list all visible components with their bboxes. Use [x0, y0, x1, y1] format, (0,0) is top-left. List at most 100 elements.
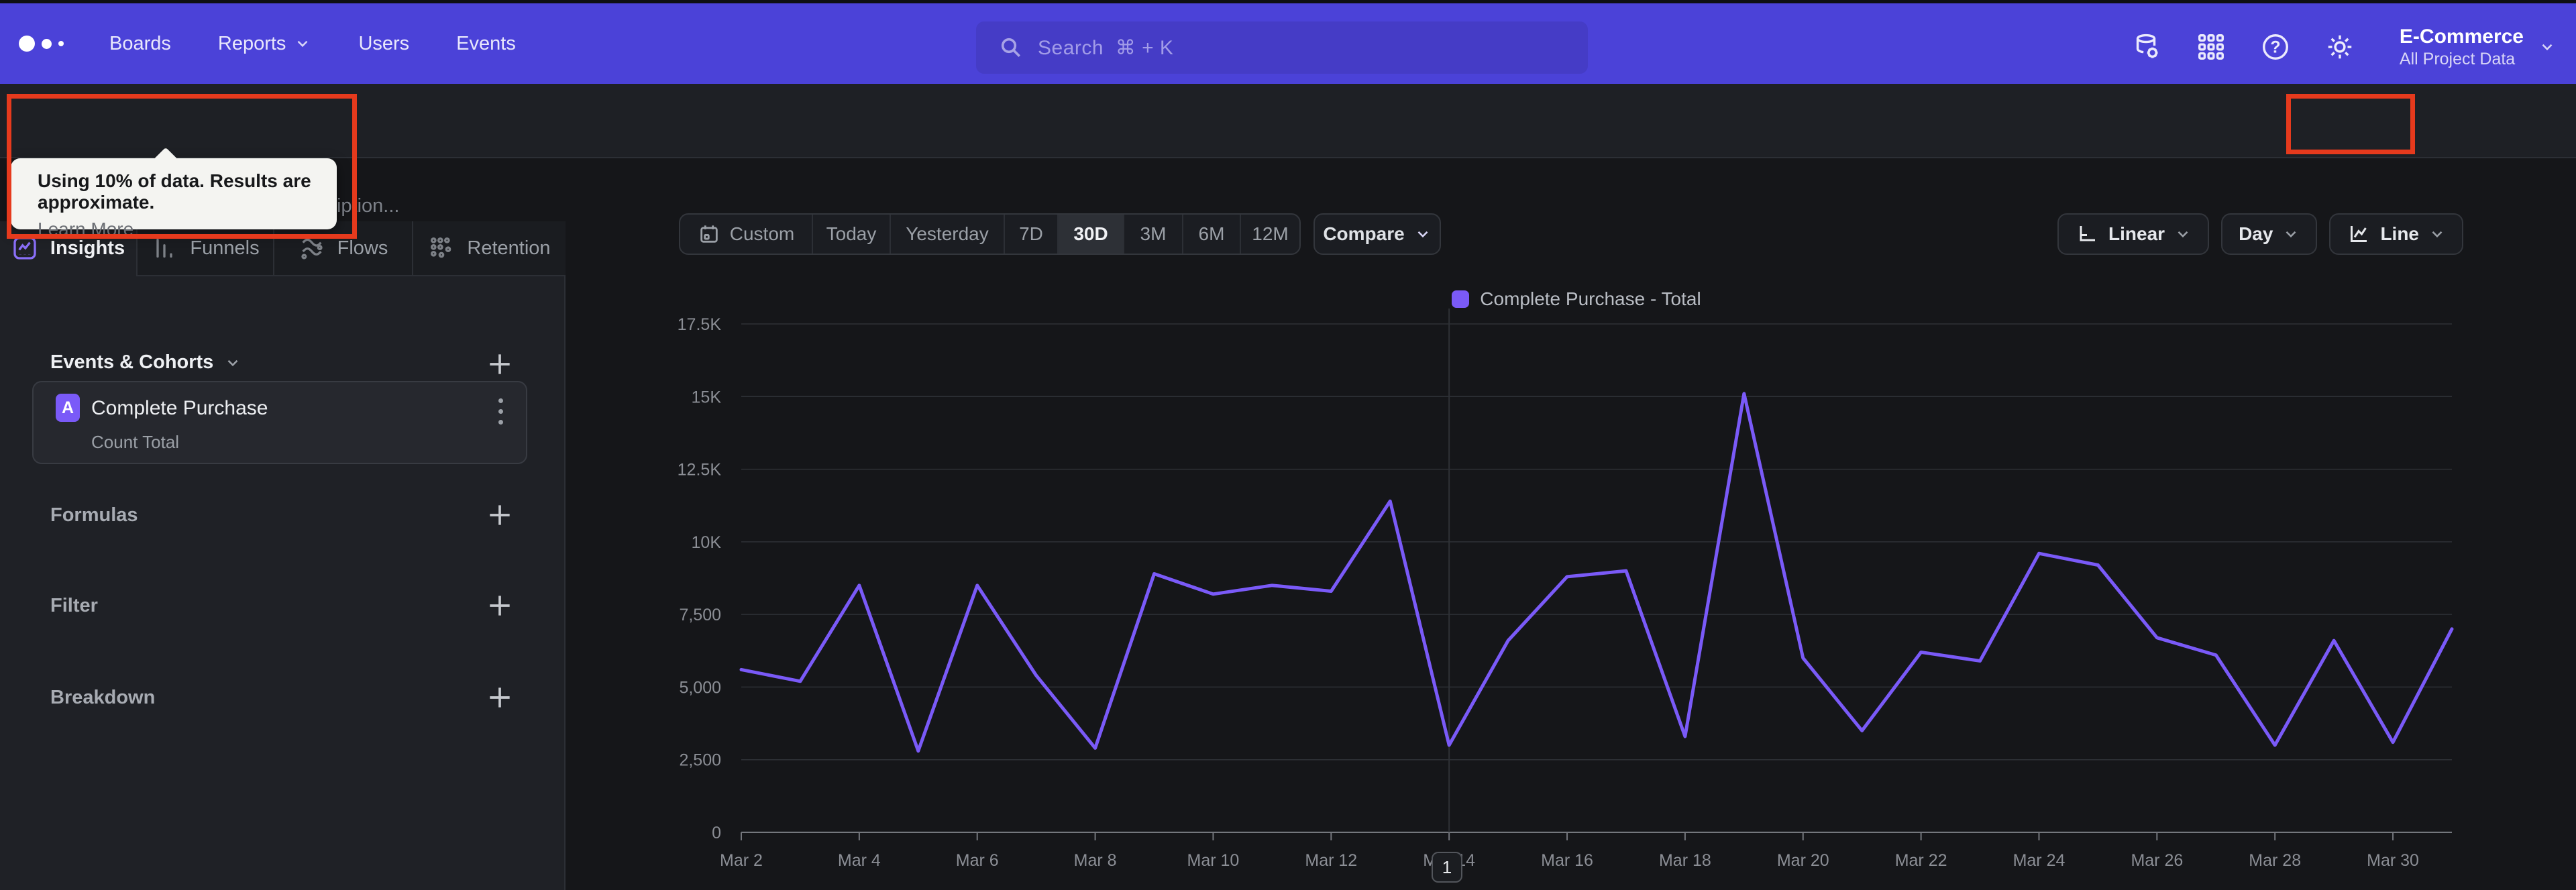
chart-pagination-button[interactable]: 1: [1432, 852, 1462, 883]
logo-dot: [19, 36, 35, 52]
svg-text:Mar 20: Mar 20: [1777, 851, 1829, 870]
tab-label: Insights: [50, 237, 125, 259]
chevron-down-icon: [1417, 231, 1428, 238]
nav-links: Boards Reports Users Events: [109, 33, 516, 55]
date-range-segmented-control: Custom Today Yesterday 7D 30D 3M 6M 12M: [679, 213, 1301, 255]
nav-item-label: Boards: [109, 32, 171, 54]
sampling-tooltip: Using 10% of data. Results are approxima…: [11, 147, 337, 239]
tab-label: Retention: [467, 237, 551, 259]
svg-text:Mar 2: Mar 2: [720, 851, 763, 870]
compare-button[interactable]: Compare: [1313, 213, 1441, 255]
svg-text:Mar 8: Mar 8: [1074, 851, 1117, 870]
chevron-down-icon: [227, 359, 238, 366]
add-filter-button[interactable]: [485, 591, 515, 620]
line-chart-svg[interactable]: 0 2,500 5,000 7,500 10K 12.5K 15K 17.5K Mar 2 Mar…: [671, 295, 2482, 885]
section-filter-label: Filter: [50, 595, 98, 616]
apps-grid-icon[interactable]: [2196, 32, 2226, 62]
svg-text:Mar 16: Mar 16: [1541, 851, 1593, 870]
svg-text:Mar 24: Mar 24: [2013, 851, 2065, 870]
chevron-down-icon: [2432, 231, 2443, 238]
svg-text:Mar 22: Mar 22: [1895, 851, 1947, 870]
svg-text:5,000: 5,000: [679, 678, 721, 697]
svg-text:7,500: 7,500: [679, 606, 721, 624]
project-name: E-Commerce: [2399, 25, 2524, 48]
nav-item-label: Events: [456, 32, 516, 54]
event-metric[interactable]: Count Total: [91, 432, 179, 453]
svg-text:17.5K: 17.5K: [678, 315, 722, 334]
nav-item-label: Users: [358, 32, 410, 54]
event-options-icon[interactable]: [494, 394, 507, 429]
search-icon: [1001, 38, 1021, 58]
chevron-down-icon: [2286, 231, 2296, 238]
help-icon[interactable]: ?: [2260, 32, 2291, 62]
top-nav: Boards Reports Users Events Search ⌘ + K: [0, 3, 2576, 84]
svg-text:2,500: 2,500: [679, 751, 721, 770]
search-input[interactable]: Search ⌘ + K: [976, 21, 1588, 74]
line-chart-icon: [2351, 226, 2367, 242]
svg-text:Mar 10: Mar 10: [1187, 851, 1240, 870]
nav-right-cluster: ? E-Commerce All Project Data: [2131, 7, 2556, 87]
add-event-button[interactable]: [485, 349, 515, 379]
range-7d[interactable]: 7D: [1004, 215, 1057, 254]
svg-text:Mar 30: Mar 30: [2367, 851, 2419, 870]
insights-icon: [13, 237, 36, 260]
learn-more-link[interactable]: Learn More: [38, 219, 133, 240]
chevron-down-icon: [2542, 44, 2553, 51]
nav-item-users[interactable]: Users: [358, 33, 409, 55]
svg-text:Mar 12: Mar 12: [1305, 851, 1357, 870]
nav-item-events[interactable]: Events: [456, 33, 516, 55]
nav-item-reports[interactable]: Reports: [218, 33, 312, 55]
chart-type-dropdown[interactable]: Line: [2329, 213, 2463, 255]
section-breakdown-label: Breakdown: [50, 687, 156, 708]
add-formula-button[interactable]: [485, 500, 515, 530]
events-cohorts-label: Events & Cohorts: [50, 351, 214, 373]
chevron-down-icon: [298, 40, 308, 48]
line-chart[interactable]: 0 2,500 5,000 7,500 10K 12.5K 15K 17.5K Mar 2 Mar…: [671, 295, 2482, 885]
chart-display-controls: Linear Day Line: [2057, 213, 2463, 255]
tab-retention[interactable]: Retention: [412, 221, 566, 276]
svg-text:12.5K: 12.5K: [678, 461, 722, 480]
svg-text:10K: 10K: [692, 533, 722, 552]
project-selector[interactable]: E-Commerce All Project Data: [2400, 25, 2556, 69]
tab-label: Funnels: [190, 237, 260, 259]
range-3m[interactable]: 3M: [1123, 215, 1182, 254]
mixpanel-logo-icon[interactable]: [19, 36, 72, 52]
range-6m[interactable]: 6M: [1182, 215, 1240, 254]
svg-text:?: ?: [2270, 38, 2280, 57]
app-window: Boards Reports Users Events Search ⌘ + K: [0, 0, 2576, 890]
settings-gear-icon[interactable]: [2324, 32, 2355, 62]
chart-panel: Custom Today Yesterday 7D 30D 3M 6M 12M …: [566, 158, 2576, 890]
search-placeholder: Search ⌘ + K: [1038, 36, 1174, 59]
event-series-badge: A: [56, 394, 80, 422]
svg-text:Mar 4: Mar 4: [838, 851, 881, 870]
interval-dropdown[interactable]: Day: [2221, 213, 2318, 255]
linear-axis-icon: [2080, 226, 2096, 241]
svg-text:Mar 18: Mar 18: [1659, 851, 1711, 870]
svg-text:Mar 6: Mar 6: [956, 851, 999, 870]
nav-item-boards[interactable]: Boards: [109, 33, 171, 55]
events-cohorts-header[interactable]: Events & Cohorts: [50, 351, 241, 374]
range-30d[interactable]: 30D: [1057, 215, 1123, 254]
report-header-bar: Untitled Sampled + Add description... Sa…: [0, 84, 2576, 228]
logo-dot: [58, 41, 64, 46]
scale-dropdown[interactable]: Linear: [2057, 213, 2210, 255]
range-today[interactable]: Today: [812, 215, 890, 254]
event-row-complete-purchase[interactable]: A Complete Purchase Count Total: [32, 381, 527, 464]
data-management-icon[interactable]: [2131, 32, 2162, 62]
svg-text:Mar 26: Mar 26: [2131, 851, 2183, 870]
svg-text:15K: 15K: [692, 388, 722, 406]
project-scope: All Project Data: [2399, 50, 2516, 68]
project-text: E-Commerce All Project Data: [2400, 25, 2524, 69]
event-name: Complete Purchase: [91, 397, 268, 419]
chevron-down-icon: [2178, 231, 2188, 238]
section-formulas-label: Formulas: [50, 504, 138, 526]
nav-item-label: Reports: [217, 32, 286, 54]
range-12m[interactable]: 12M: [1240, 215, 1299, 254]
calendar-icon: [700, 225, 718, 243]
retention-icon: [431, 237, 451, 258]
range-yesterday[interactable]: Yesterday: [890, 215, 1004, 254]
add-breakdown-button[interactable]: [485, 683, 515, 712]
date-range-controls: Custom Today Yesterday 7D 30D 3M 6M 12M …: [679, 213, 1441, 255]
range-custom[interactable]: Custom: [680, 215, 812, 254]
svg-text:Mar 28: Mar 28: [2249, 851, 2301, 870]
